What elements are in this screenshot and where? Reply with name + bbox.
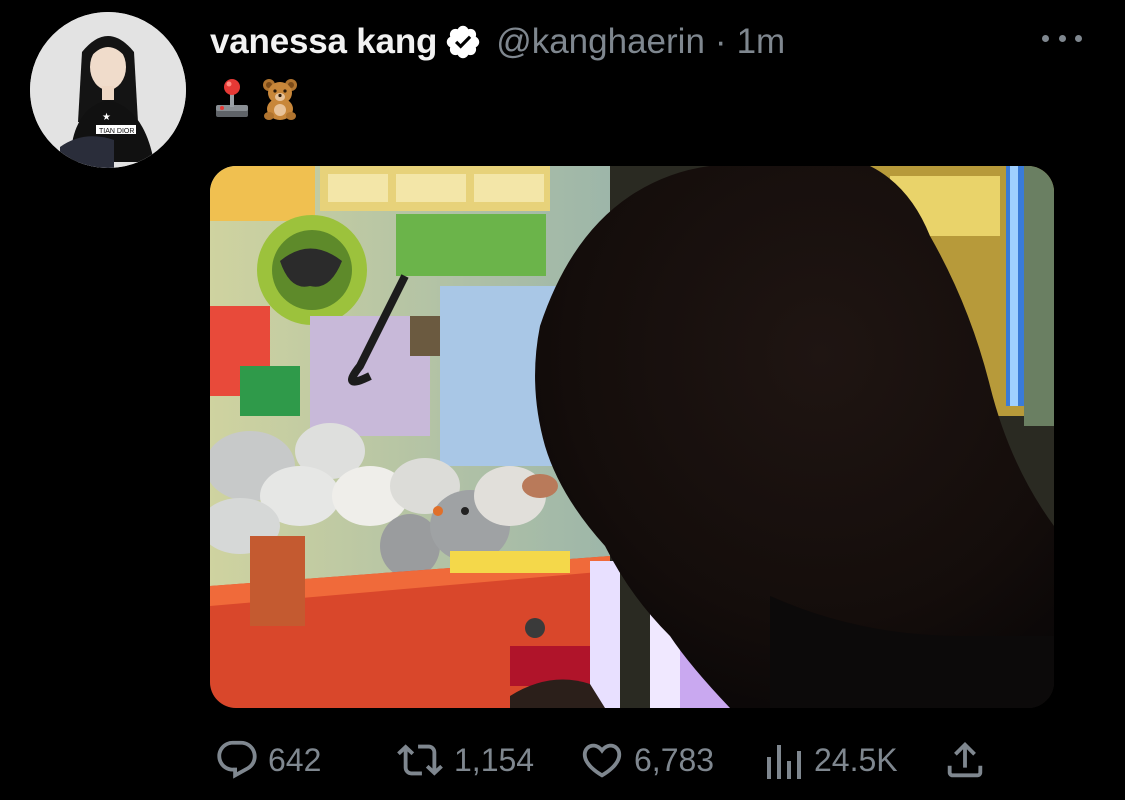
like-count: 6,783 (634, 741, 715, 778)
verified-badge-icon (444, 23, 482, 61)
tweet-action-bar: 642 1,154 6,783 24.5K (214, 732, 994, 788)
more-horizontal-icon[interactable] (1042, 32, 1082, 44)
share-icon (942, 737, 988, 783)
tweet-photo[interactable] (210, 166, 1054, 708)
more-dot (1058, 34, 1066, 42)
views-count: 24.5K (814, 741, 898, 778)
more-dot (1075, 34, 1082, 42)
retweet-button[interactable]: 1,154 (394, 732, 534, 788)
author-handle[interactable]: @kanghaerin (496, 22, 705, 62)
views-button[interactable]: 24.5K (764, 732, 898, 788)
profile-photo: ★ TIAN DIOR (30, 12, 186, 168)
views-icon (764, 737, 806, 783)
svg-text:TIAN DIOR: TIAN DIOR (99, 128, 134, 135)
retweet-icon (394, 737, 446, 783)
retweet-count: 1,154 (454, 741, 535, 778)
svg-text:★: ★ (102, 112, 111, 123)
photo-claw-machine (210, 166, 1054, 708)
profile-avatar[interactable]: ★ TIAN DIOR (30, 12, 186, 168)
more-dot (1042, 34, 1049, 42)
reply-count: 642 (268, 741, 322, 778)
header-separator: · (714, 22, 727, 61)
reply-button[interactable]: 642 (214, 732, 321, 788)
joystick-emoji (212, 77, 252, 121)
reply-icon (214, 737, 260, 783)
tweet-text (212, 76, 300, 122)
like-button[interactable]: 6,783 (578, 732, 714, 788)
tweet-timestamp[interactable]: 1m (737, 22, 786, 62)
teddy-bear-emoji (260, 77, 300, 121)
heart-icon (578, 737, 626, 783)
author-display-name[interactable]: vanessa kang (210, 22, 437, 62)
share-button[interactable] (942, 732, 988, 788)
tweet-header: vanessa kang @kanghaerin · 1m (210, 18, 785, 66)
